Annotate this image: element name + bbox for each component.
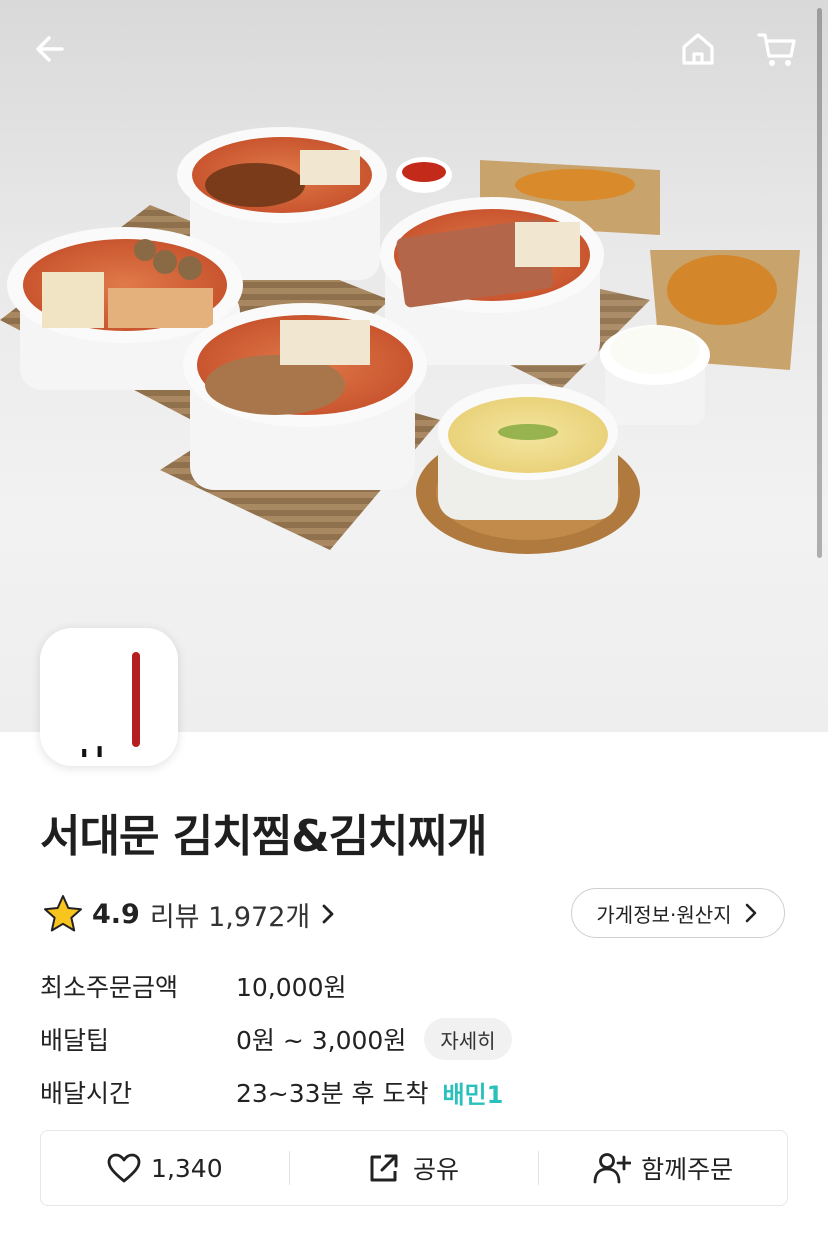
store-info-label: 가게정보·원산지 [596,902,732,927]
store-logo-text: 서대문 [65,745,107,757]
arrow-left-icon [36,36,64,62]
share-button[interactable]: 공유 [290,1131,538,1205]
baemin1-badge-text: 배민1 [442,1080,504,1109]
like-count: 1,340 [151,1153,223,1183]
delivery-time-row: 배달시간 23~33분 후 도착 배민1 [40,1072,503,1112]
delivery-time-label: 배달시간 [40,1079,133,1108]
page-scrollbar[interactable] [817,8,822,558]
share-label: 공유 [413,1155,460,1184]
rating-row[interactable]: 4.9 리뷰 1,972개 [42,890,338,938]
delivery-tip-value: 0원 ~ 3,000원 [236,1026,407,1055]
min-order-row: 최소주문금액 10,000원 [40,966,346,1006]
store-logo: 서대문 [40,628,178,766]
chevron-right-icon [322,904,334,924]
review-count[interactable]: 리뷰 1,972개 [150,895,310,934]
store-logo-image: 서대문 [65,652,140,757]
cart-button[interactable] [752,24,802,74]
min-order-label: 최소주문금액 [40,973,179,1002]
heart-icon [107,1153,141,1183]
cart-icon [757,33,796,66]
like-button[interactable]: 1,340 [41,1131,289,1205]
back-button[interactable] [25,24,75,74]
action-bar: 1,340 공유 함께주문 [40,1130,788,1206]
add-user-icon [593,1153,632,1184]
delivery-tip-row: 배달팁 0원 ~ 3,000원 자세히 [40,1018,512,1060]
store-info-button[interactable]: 가게정보·원산지 [571,888,785,938]
baemin1-badge: 배민1 [442,1075,503,1110]
store-name: 서대문 김치찜&김치찌개 [40,811,487,862]
group-order-button[interactable]: 함께주문 [539,1131,787,1205]
rating-score: 4.9 [92,898,140,930]
chevron-right-icon [745,903,756,923]
home-icon [682,33,714,65]
min-order-value: 10,000원 [236,973,347,1002]
home-button[interactable] [673,24,723,74]
group-order-label: 함께주문 [641,1155,734,1184]
delivery-tip-detail-button[interactable]: 자세히 [424,1018,512,1060]
delivery-time-value: 23~33분 후 도착 [236,1079,429,1108]
delivery-tip-label: 배달팁 [40,1026,110,1055]
share-icon [370,1154,398,1182]
food-photo [0,127,800,554]
star-icon [44,895,82,932]
store-hero-image [0,0,828,732]
